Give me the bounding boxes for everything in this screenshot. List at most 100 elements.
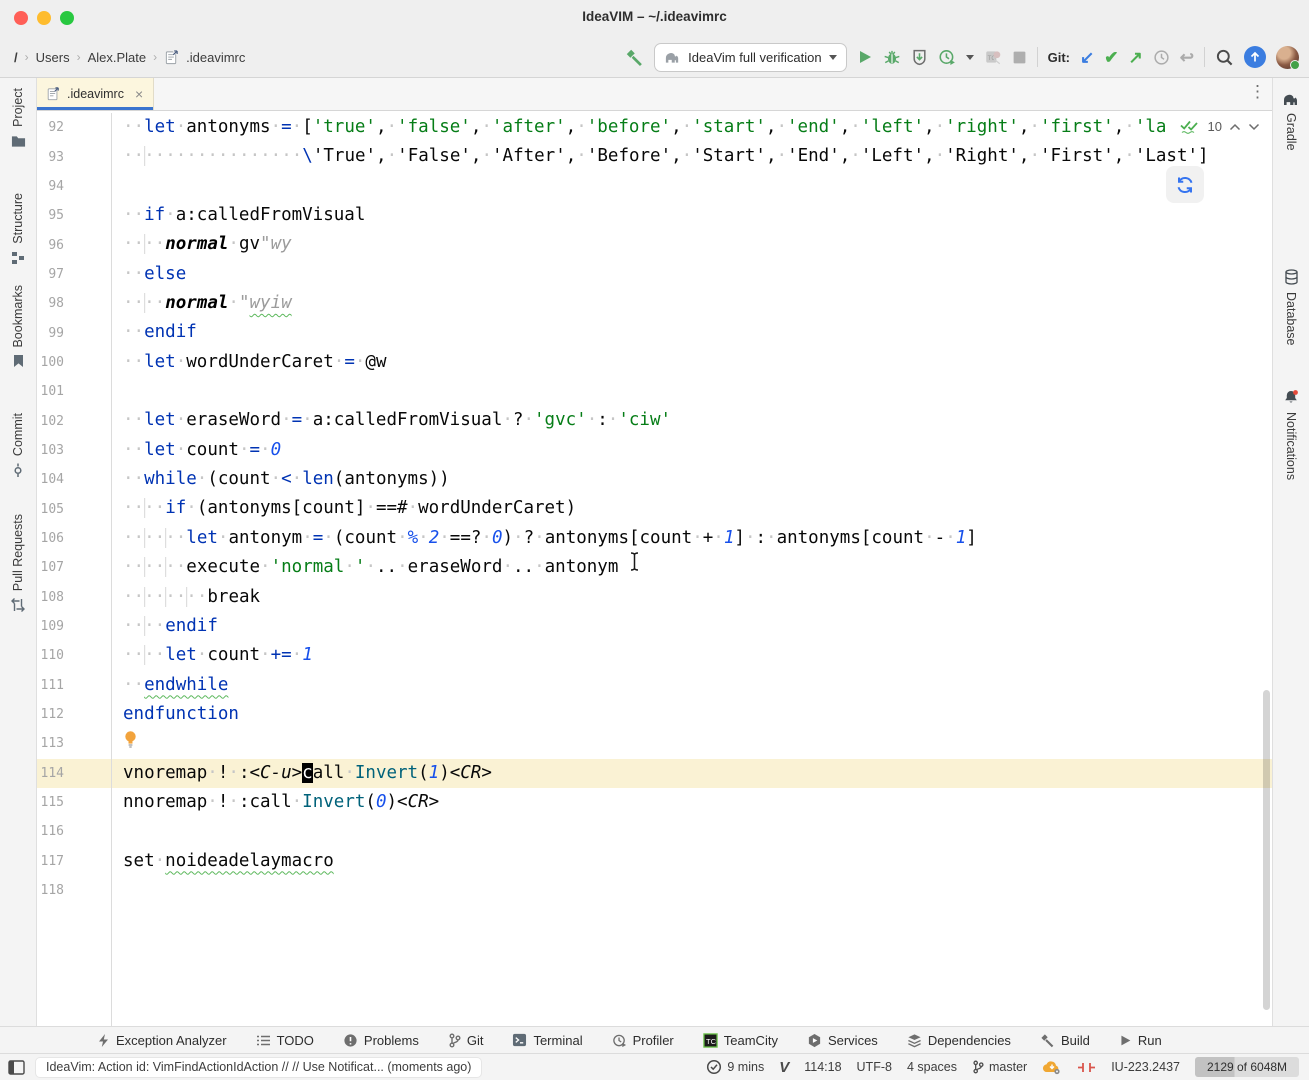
code-text-94[interactable] (112, 172, 1272, 201)
code-text-108[interactable]: ········break (112, 583, 1272, 612)
rollback-icon[interactable]: ↩ (1180, 49, 1194, 66)
tab-options-kebab-icon[interactable]: ⋮ (1249, 82, 1266, 102)
code-text-107[interactable]: ······execute·'normal·'·..·eraseWord·..·… (112, 553, 1272, 582)
inspections-widget[interactable]: 10 (1174, 116, 1264, 137)
code-text-101[interactable] (112, 377, 1272, 406)
line-number-115[interactable]: 115 (37, 787, 112, 818)
toolbar-build[interactable]: Build (1040, 1033, 1090, 1048)
toolbar-git[interactable]: Git (448, 1033, 483, 1048)
sidebar-item-pull-requests[interactable]: Pull Requests (11, 514, 25, 613)
ide-build-widget[interactable]: IU-223.2437 (1111, 1060, 1180, 1074)
line-number-110[interactable]: 110 (37, 641, 112, 671)
line-number-101[interactable]: 101 (37, 377, 112, 407)
line-number-114[interactable]: 114 (37, 758, 112, 788)
code-text-114[interactable]: vnoremap·!·:<C-u>call·Invert(1)<CR> (112, 759, 1272, 788)
indent-widget[interactable]: 4 spaces (907, 1060, 957, 1074)
code-text-117[interactable]: set·noideadelaymacro (112, 847, 1272, 876)
toolbar-services[interactable]: Services (807, 1033, 878, 1048)
user-avatar[interactable] (1276, 45, 1300, 70)
line-number-118[interactable]: 118 (37, 875, 112, 906)
line-number-111[interactable]: 111 (37, 670, 112, 700)
run-button[interactable] (857, 49, 873, 65)
next-problem-chevron-icon[interactable] (1248, 123, 1260, 131)
code-text-110[interactable]: ····let·count·+=·1 (112, 641, 1272, 670)
line-number-117[interactable]: 117 (37, 846, 112, 876)
breadcrumb-users[interactable]: Users (36, 50, 70, 65)
line-number-99[interactable]: 99 (37, 318, 112, 348)
editor-scrollbar-thumb[interactable] (1263, 690, 1270, 1010)
tool-window-toggle-icon[interactable] (8, 1059, 25, 1075)
line-number-104[interactable]: 104 (37, 465, 112, 495)
editor-empty-area[interactable] (37, 905, 1272, 1026)
code-text-111[interactable]: ··endwhile (112, 671, 1272, 700)
close-tab-icon[interactable]: × (135, 86, 143, 102)
breadcrumb-file[interactable]: .ideavimrc (186, 50, 245, 65)
code-text-100[interactable]: ··let·wordUnderCaret·=·@w (112, 348, 1272, 377)
memory-indicator[interactable]: 2129 of 6048M (1195, 1057, 1299, 1077)
breadcrumb-user-dir[interactable]: Alex.Plate (88, 50, 147, 65)
search-everywhere-icon[interactable] (1215, 48, 1234, 67)
line-number-109[interactable]: 109 (37, 611, 112, 642)
run-configuration-select[interactable]: IdeaVim full verification (654, 42, 847, 72)
sidebar-item-commit[interactable]: Commit (11, 413, 25, 478)
debug-button[interactable] (883, 48, 901, 66)
prev-problem-chevron-icon[interactable] (1229, 123, 1241, 131)
status-message[interactable]: IdeaVim: Action id: VimFindActionIdActio… (35, 1056, 483, 1078)
line-number-112[interactable]: 112 (37, 699, 112, 730)
profiler-dropdown-icon[interactable] (965, 54, 974, 60)
code-text-98[interactable]: ····normal·"wyiw (112, 289, 1272, 318)
gradle-reload-button[interactable] (1166, 166, 1204, 203)
git-update-icon[interactable]: ↙ (1080, 49, 1094, 66)
line-number-103[interactable]: 103 (37, 435, 112, 466)
code-text-116[interactable] (112, 817, 1272, 846)
code-text-106[interactable]: ······let·antonym·=·(count·%·2·==?·0)·?·… (112, 524, 1272, 553)
code-text-118[interactable] (112, 876, 1272, 905)
toolbar-dependencies[interactable]: Dependencies (907, 1033, 1011, 1048)
code-text-104[interactable]: ··while·(count·<·len(antonyms)) (112, 465, 1272, 494)
code-text-99[interactable]: ··endif (112, 318, 1272, 347)
code-text-115[interactable]: nnoremap·!·:call·Invert(0)<CR> (112, 788, 1272, 817)
sidebar-item-bookmarks[interactable]: Bookmarks (11, 285, 25, 369)
session-time-widget[interactable]: 9 mins (706, 1059, 764, 1075)
tab-ideavimrc[interactable]: .ideavimrc × (37, 78, 155, 110)
line-number-100[interactable]: 100 (37, 347, 112, 378)
toolbar-exception-analyzer[interactable]: Exception Analyzer (97, 1033, 227, 1048)
code-text-105[interactable]: ····if·(antonyms[count]·==#·wordUnderCar… (112, 494, 1272, 523)
build-hammer-icon[interactable] (625, 48, 644, 67)
sidebar-item-database[interactable]: Database (1284, 268, 1299, 345)
code-text-112[interactable]: endfunction (112, 700, 1272, 729)
line-number-97[interactable]: 97 (37, 259, 112, 290)
code-text-102[interactable]: ··let·eraseWord·=·a:calledFromVisual·?·'… (112, 406, 1272, 435)
line-number-108[interactable]: 108 (37, 582, 112, 612)
git-commit-check-icon[interactable]: ✔ (1104, 49, 1118, 66)
line-number-95[interactable]: 95 (37, 201, 112, 231)
code-text-103[interactable]: ··let·count·=·0 (112, 436, 1272, 465)
code-editor[interactable]: 92 ··let·antonyms·=·['true',·'false',·'af… (37, 111, 1272, 1026)
toolbar-problems[interactable]: Problems (343, 1033, 419, 1048)
history-clock-icon[interactable] (1153, 49, 1170, 66)
run-with-coverage-button[interactable] (911, 49, 928, 66)
toolbar-terminal[interactable]: Terminal (512, 1033, 583, 1048)
line-number-105[interactable]: 105 (37, 494, 112, 524)
code-text-96[interactable]: ····normal·gv"wy (112, 230, 1272, 259)
profiler-run-button[interactable] (938, 48, 956, 66)
toolbar-run[interactable]: Run (1119, 1033, 1162, 1048)
git-branch-widget[interactable]: master (972, 1060, 1027, 1074)
settings-sync-cloud-icon[interactable] (1042, 1059, 1062, 1075)
toolbar-todo[interactable]: TODO (256, 1033, 314, 1048)
code-text-97[interactable]: ··else (112, 260, 1272, 289)
update-available-icon[interactable] (1244, 46, 1266, 68)
line-number-96[interactable]: 96 (37, 230, 112, 260)
line-number-107[interactable]: 107 (37, 553, 112, 583)
breadcrumb-root[interactable]: / (14, 50, 18, 65)
line-number-106[interactable]: 106 (37, 523, 112, 554)
line-number-92[interactable]: 92 (37, 113, 112, 143)
code-empty[interactable] (112, 905, 1272, 1026)
code-text-109[interactable]: ····endif (112, 612, 1272, 641)
toolbar-profiler[interactable]: Profiler (612, 1033, 674, 1048)
code-text-95[interactable]: ··if·a:calledFromVisual (112, 201, 1272, 230)
ideavim-track-action-icon[interactable] (1077, 1061, 1096, 1074)
line-number-113[interactable]: 113 (37, 729, 112, 759)
sidebar-item-structure[interactable]: Structure (11, 193, 25, 265)
sidebar-item-notifications[interactable]: Notifications (1283, 389, 1299, 480)
